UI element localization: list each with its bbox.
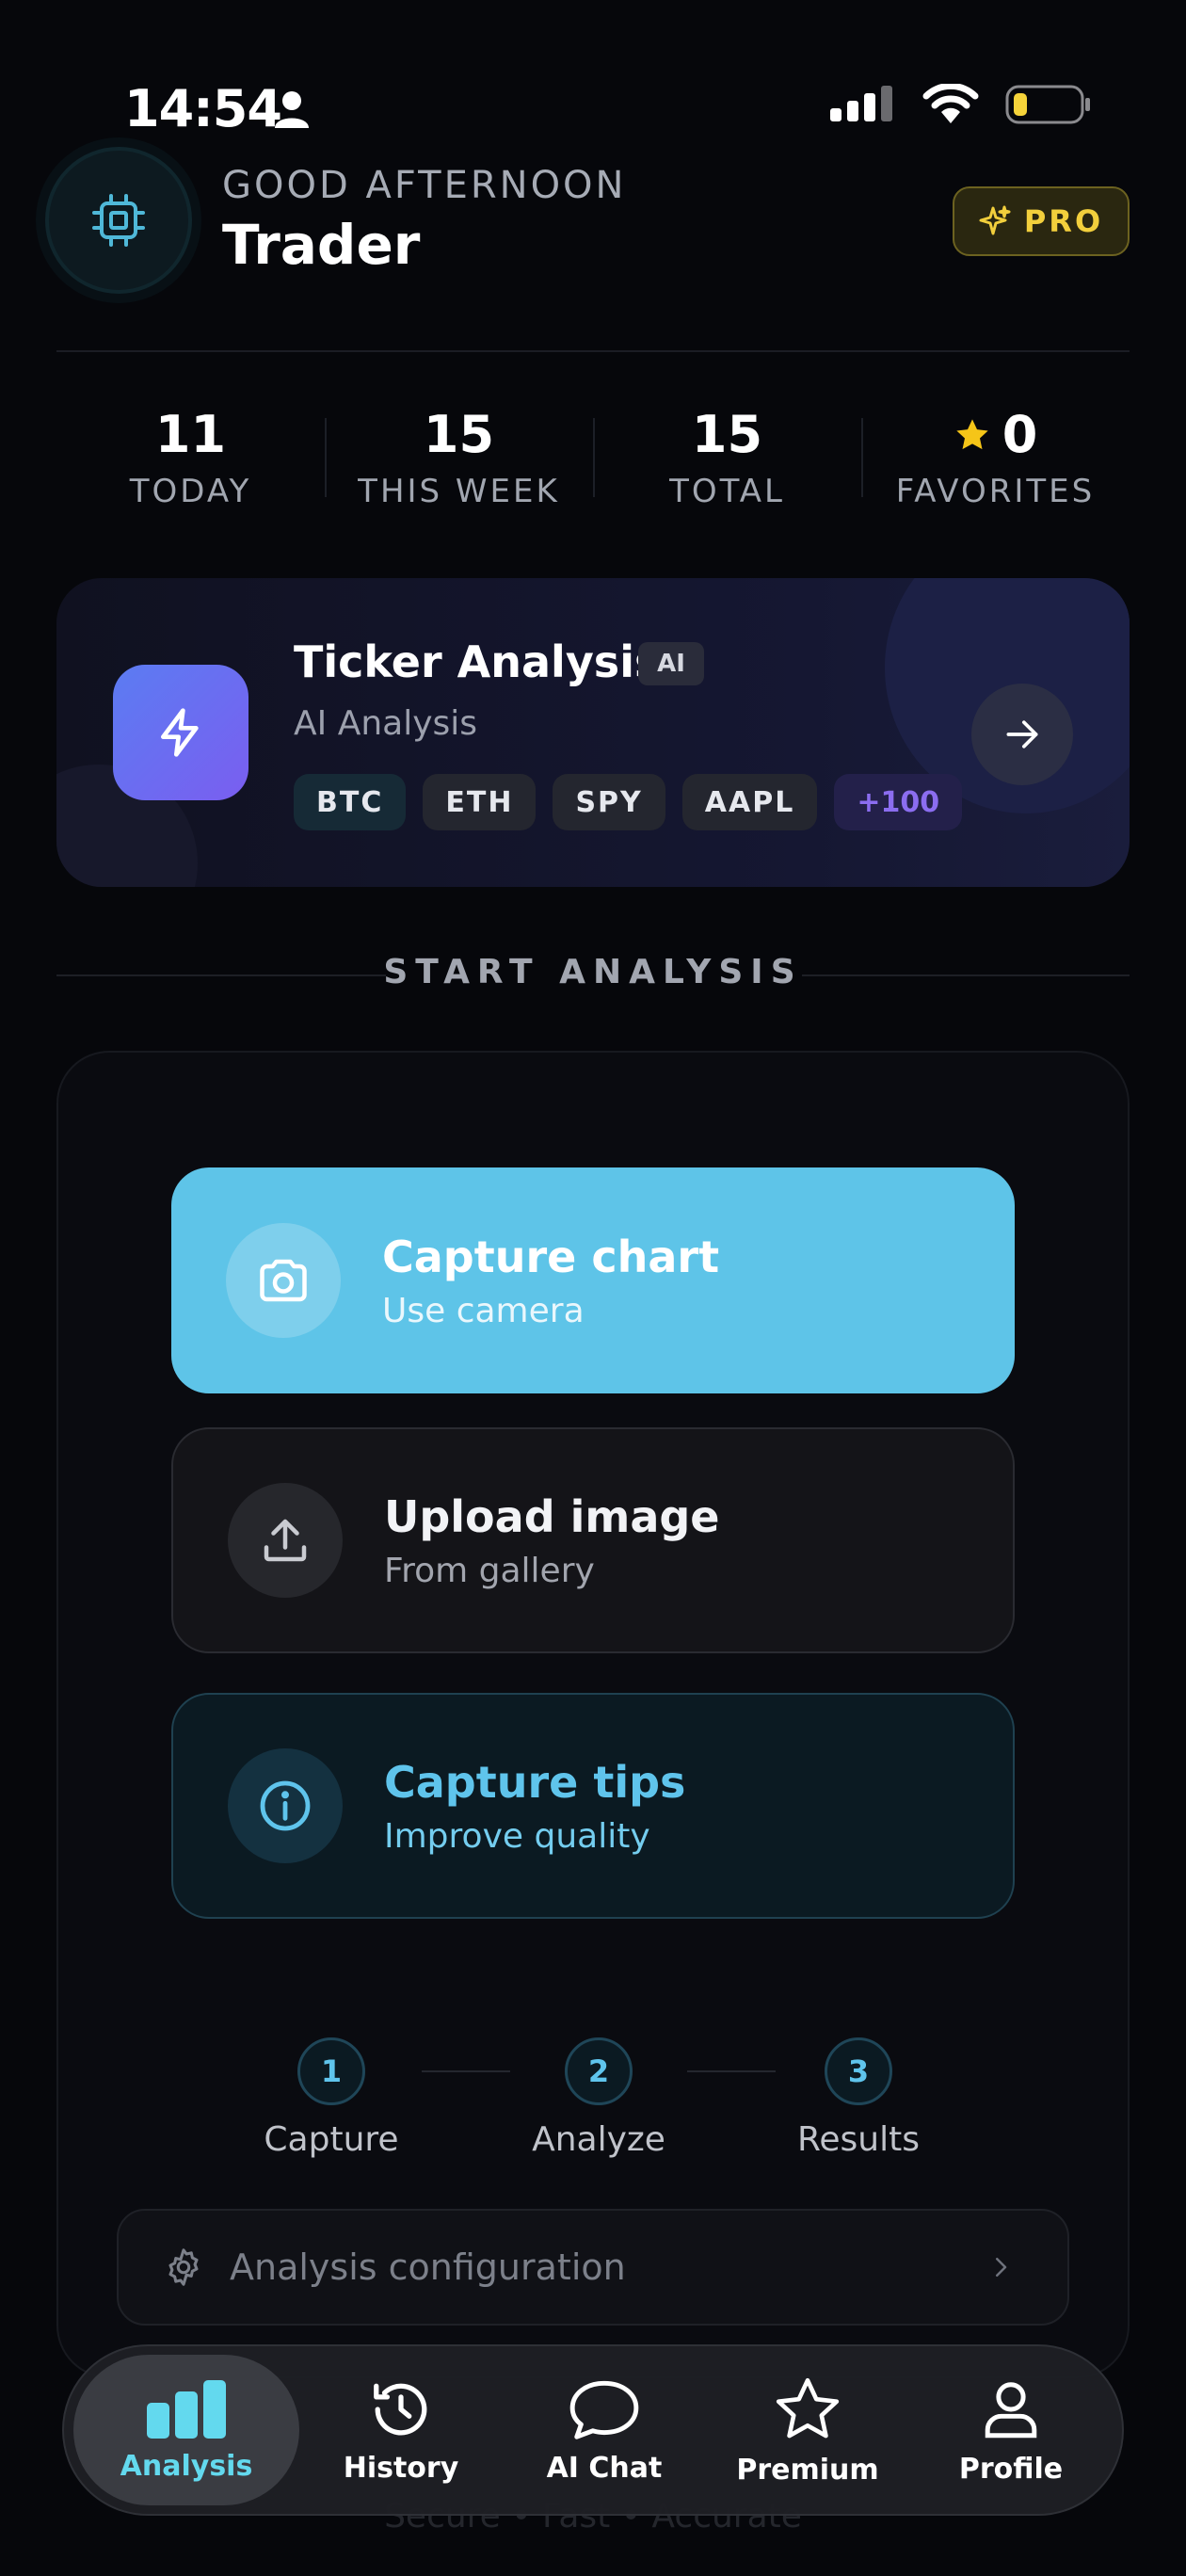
tab-label: History bbox=[343, 2451, 459, 2485]
ticker-chip-eth[interactable]: ETH bbox=[423, 774, 537, 830]
step-connector bbox=[422, 2070, 510, 2072]
upload-icon bbox=[264, 1519, 307, 1562]
analysis-configuration-row[interactable]: Analysis configuration bbox=[117, 2209, 1069, 2326]
status-icons bbox=[830, 83, 1092, 126]
pro-badge-label: PRO bbox=[1023, 203, 1104, 239]
gear-icon bbox=[168, 2248, 199, 2286]
stat-this-week: 15 THIS WEEK bbox=[325, 405, 593, 518]
camera-icon-wrap bbox=[226, 1223, 341, 1338]
bolt-tile bbox=[113, 665, 248, 800]
stat-value: 15 bbox=[691, 405, 763, 464]
tab-label: Analysis bbox=[120, 2449, 253, 2483]
step-2-circle: 2 bbox=[565, 2037, 633, 2105]
ticker-card-title: Ticker Analysis bbox=[294, 636, 661, 687]
info-icon bbox=[260, 1780, 311, 1831]
bottom-tab-bar: Analysis History AI Chat Premium Profile bbox=[62, 2344, 1124, 2516]
ticker-chip-btc[interactable]: BTC bbox=[294, 774, 407, 830]
bar-chart-icon bbox=[147, 2379, 226, 2439]
step-3-circle: 3 bbox=[825, 2037, 892, 2105]
stat-label: TODAY bbox=[129, 473, 252, 510]
stat-value: 11 bbox=[154, 405, 227, 464]
header-divider bbox=[56, 350, 1130, 352]
ticker-chip-spy[interactable]: SPY bbox=[553, 774, 665, 830]
tab-label: Profile bbox=[958, 2452, 1064, 2486]
ticker-card-subtitle: AI Analysis bbox=[294, 704, 478, 743]
capture-tips-subtitle: Improve quality bbox=[384, 1816, 650, 1856]
stat-favorites[interactable]: 0 FAVORITES bbox=[861, 405, 1130, 518]
tab-label: AI Chat bbox=[546, 2451, 663, 2485]
ticker-chips: BTC ETH SPY AAPL +100 bbox=[294, 774, 963, 830]
history-icon bbox=[374, 2383, 427, 2435]
capture-chart-title: Capture chart bbox=[382, 1231, 720, 1282]
battery-icon bbox=[1005, 85, 1090, 124]
star-icon bbox=[776, 2377, 840, 2438]
stats-row: 11 TODAY 15 THIS WEEK 15 TOTAL 0 FAVORIT… bbox=[56, 405, 1130, 518]
avatar[interactable] bbox=[45, 147, 192, 294]
chat-bubble-icon bbox=[569, 2380, 639, 2439]
tab-label: Premium bbox=[736, 2453, 879, 2487]
wifi-icon bbox=[922, 84, 979, 123]
section-title: START ANALYSIS bbox=[383, 953, 803, 991]
capture-tips-title: Capture tips bbox=[384, 1756, 686, 1808]
signal-icon bbox=[830, 86, 892, 121]
stat-label: THIS WEEK bbox=[358, 473, 560, 510]
step-2-label: Analyze bbox=[532, 2120, 665, 2159]
status-time: 14:54 bbox=[124, 79, 282, 138]
stat-today: 11 TODAY bbox=[56, 405, 325, 518]
analysis-configuration-label: Analysis configuration bbox=[230, 2246, 626, 2288]
stat-label: TOTAL bbox=[669, 473, 785, 510]
step-1-circle: 1 bbox=[297, 2037, 365, 2105]
greeting-text: GOOD AFTERNOON bbox=[222, 164, 627, 207]
upload-image-title: Upload image bbox=[384, 1490, 720, 1542]
tab-analysis[interactable]: Analysis bbox=[73, 2355, 299, 2505]
capture-chart-subtitle: Use camera bbox=[382, 1291, 585, 1330]
step-connector bbox=[687, 2070, 776, 2072]
capture-tips-button[interactable]: Capture tips Improve quality bbox=[171, 1693, 1015, 1919]
upload-icon-wrap bbox=[228, 1483, 343, 1598]
user-name: Trader bbox=[222, 213, 421, 277]
capture-chart-button[interactable]: Capture chart Use camera bbox=[171, 1167, 1015, 1393]
info-icon-wrap bbox=[228, 1748, 343, 1863]
chevron-right-icon bbox=[996, 2258, 1007, 2277]
tab-ai-chat[interactable]: AI Chat bbox=[503, 2355, 706, 2505]
ai-tag: AI bbox=[638, 642, 704, 685]
upload-image-subtitle: From gallery bbox=[384, 1551, 595, 1590]
chip-icon bbox=[92, 194, 145, 247]
person-icon bbox=[985, 2381, 1037, 2438]
sparkle-icon bbox=[979, 205, 1011, 235]
ticker-chip-more[interactable]: +100 bbox=[834, 774, 963, 830]
ticker-chip-aapl[interactable]: AAPL bbox=[681, 774, 818, 830]
upload-image-button[interactable]: Upload image From gallery bbox=[171, 1427, 1015, 1653]
pro-badge[interactable]: PRO bbox=[953, 186, 1130, 256]
stat-value: 15 bbox=[423, 405, 495, 464]
arrow-right-icon bbox=[1006, 720, 1038, 749]
stat-value: 0 bbox=[1002, 405, 1038, 464]
step-1-label: Capture bbox=[264, 2120, 399, 2159]
tab-history[interactable]: History bbox=[299, 2355, 503, 2505]
camera-icon bbox=[260, 1259, 307, 1302]
stat-total: 15 TOTAL bbox=[593, 405, 861, 518]
ticker-analysis-card[interactable]: Ticker Analysis AI AI Analysis BTC ETH S… bbox=[56, 578, 1130, 887]
tab-premium[interactable]: Premium bbox=[706, 2355, 909, 2505]
star-icon bbox=[956, 419, 988, 450]
stat-label: FAVORITES bbox=[895, 473, 1096, 510]
ticker-card-arrow-button[interactable] bbox=[971, 684, 1073, 785]
step-3-label: Results bbox=[797, 2120, 920, 2159]
tab-profile[interactable]: Profile bbox=[909, 2355, 1113, 2505]
lightning-icon bbox=[161, 708, 199, 757]
user-status-icon bbox=[275, 91, 309, 128]
